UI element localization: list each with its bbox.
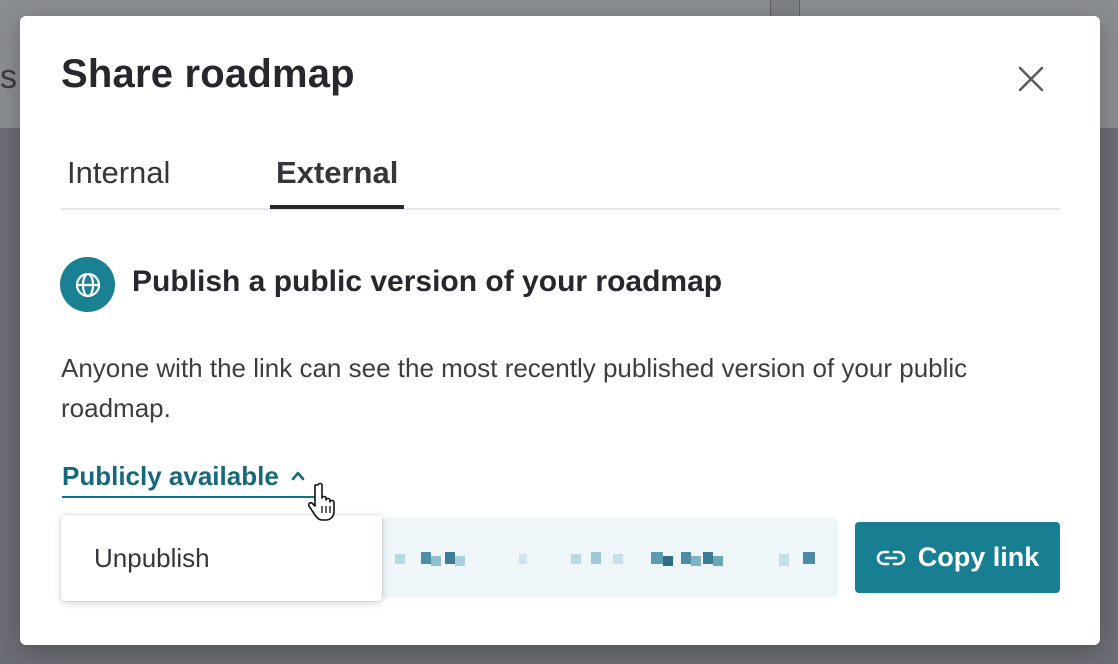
tab-external[interactable]: External xyxy=(270,154,405,209)
close-icon xyxy=(1018,66,1044,92)
unpublish-option[interactable]: Unpublish xyxy=(61,515,382,601)
share-roadmap-dialog: Share roadmap Internal External Publish … xyxy=(20,16,1100,645)
publish-heading: Publish a public version of your roadmap xyxy=(132,265,723,298)
publish-status-menu: Unpublish xyxy=(61,515,382,601)
public-link-field[interactable] xyxy=(363,518,838,598)
hand-pointer-cursor xyxy=(308,482,335,521)
background-tab xyxy=(770,0,800,17)
publish-status-label: Publicly available xyxy=(62,460,279,491)
copy-link-label: Copy link xyxy=(917,542,1040,572)
copy-link-button[interactable]: Copy link xyxy=(855,522,1060,593)
close-button[interactable] xyxy=(1014,62,1048,96)
publish-description: Anyone with the link can see the most re… xyxy=(61,353,968,423)
share-tabs: Internal External xyxy=(61,154,1060,210)
tab-internal[interactable]: Internal xyxy=(61,154,176,207)
background-text: s xyxy=(0,58,17,96)
globe-icon-badge xyxy=(60,257,115,312)
chevron-up-icon xyxy=(291,471,305,481)
globe-icon xyxy=(75,272,100,297)
link-icon xyxy=(876,550,906,565)
publish-status-dropdown[interactable]: Publicly available xyxy=(62,456,319,498)
dialog-title: Share roadmap xyxy=(61,52,355,96)
